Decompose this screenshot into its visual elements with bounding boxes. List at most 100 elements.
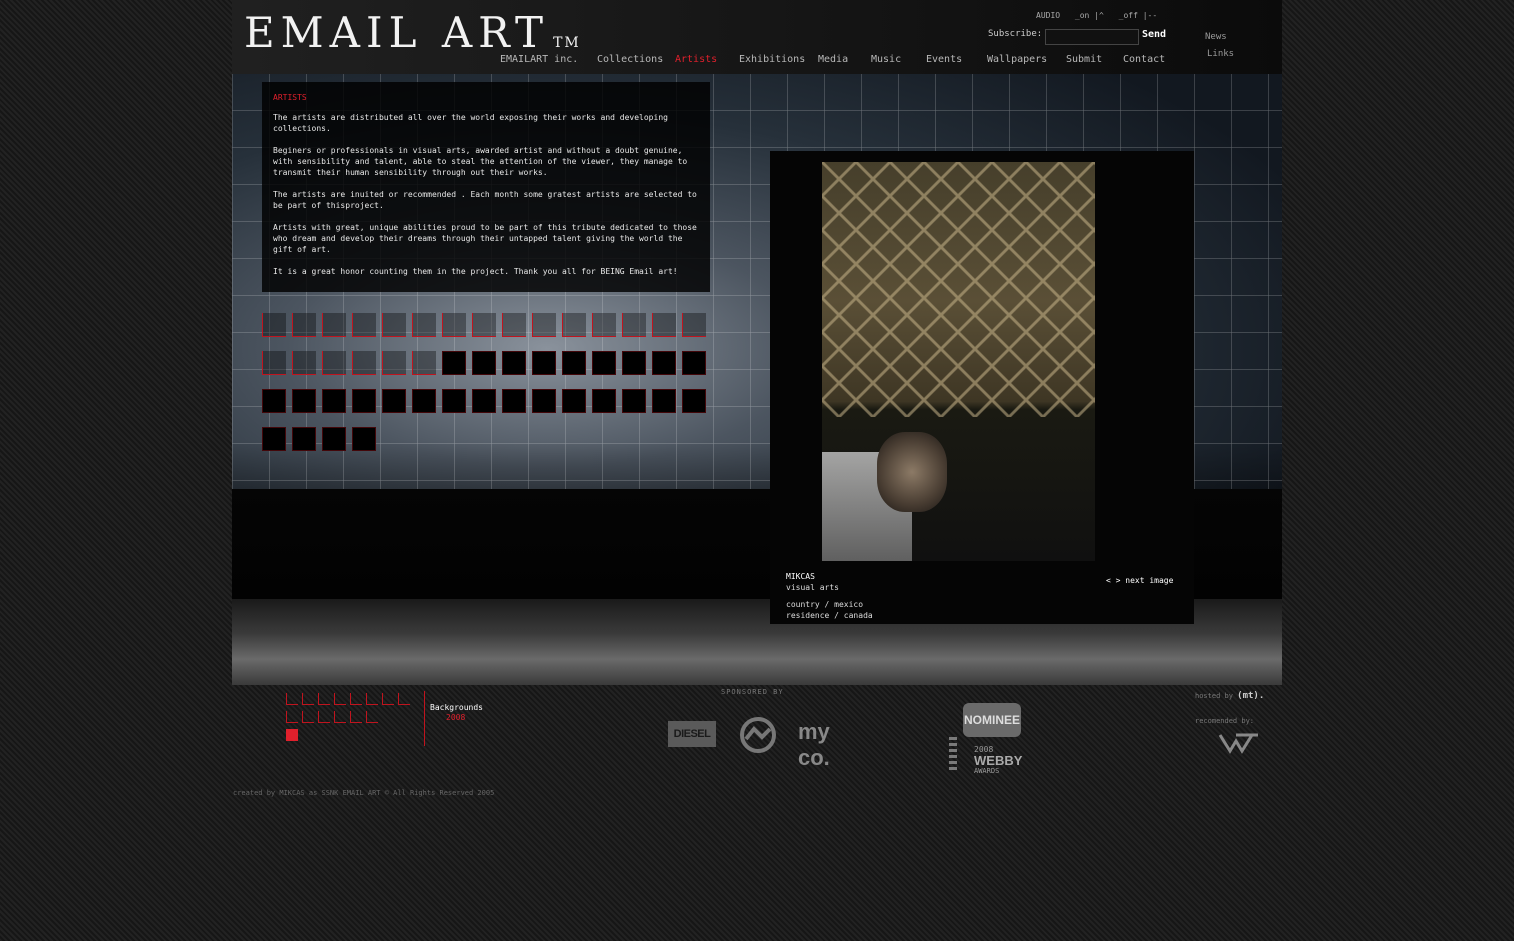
audio-controls: AUDIO _on |^ _off |-- bbox=[1036, 11, 1167, 20]
sponsor-emblem-logo[interactable] bbox=[740, 717, 776, 757]
audio-on-button[interactable]: _on |^ bbox=[1075, 11, 1104, 20]
background-option[interactable] bbox=[302, 711, 314, 723]
artist-thumbnail[interactable] bbox=[382, 313, 406, 337]
artist-thumbnail[interactable] bbox=[592, 389, 616, 413]
background-option[interactable] bbox=[350, 693, 362, 705]
artist-thumbnail[interactable] bbox=[322, 389, 346, 413]
artist-thumbnail[interactable] bbox=[292, 351, 316, 375]
artist-thumbnail[interactable] bbox=[292, 389, 316, 413]
artist-thumbnail[interactable] bbox=[322, 351, 346, 375]
artist-thumbnail[interactable] bbox=[412, 313, 436, 337]
nav-item-contact[interactable]: Contact bbox=[1123, 54, 1165, 65]
artist-thumbnail[interactable] bbox=[382, 351, 406, 375]
sponsored-label: SPONSORED BY bbox=[721, 688, 784, 696]
photo-face bbox=[877, 432, 947, 512]
artist-thumbnail[interactable] bbox=[652, 313, 676, 337]
artist-thumbnail[interactable] bbox=[442, 389, 466, 413]
artist-thumbnail[interactable] bbox=[352, 389, 376, 413]
nav-item-emailart-inc[interactable]: EMAILART inc. bbox=[500, 54, 578, 65]
background-option[interactable] bbox=[398, 693, 410, 705]
next-image-button[interactable]: < > next image bbox=[1106, 576, 1173, 585]
hosted-label: hosted by bbox=[1195, 692, 1233, 700]
artist-thumbnail[interactable] bbox=[262, 427, 286, 451]
artist-thumbnail[interactable] bbox=[262, 313, 286, 337]
artist-thumbnail[interactable] bbox=[622, 313, 646, 337]
intro-paragraph: Artists with great, unique abilities pro… bbox=[273, 223, 697, 254]
background-option[interactable] bbox=[318, 693, 330, 705]
artist-thumbnail[interactable] bbox=[352, 427, 376, 451]
background-option[interactable] bbox=[318, 711, 330, 723]
background-option[interactable] bbox=[382, 693, 394, 705]
myco-logo[interactable]: my co. bbox=[798, 719, 848, 771]
artist-thumbnail[interactable] bbox=[532, 313, 556, 337]
artist-thumbnail[interactable] bbox=[562, 313, 586, 337]
nav-item-exhibitions[interactable]: Exhibitions bbox=[739, 54, 805, 65]
background-option[interactable] bbox=[286, 693, 298, 705]
nav-item-submit[interactable]: Submit bbox=[1066, 54, 1102, 65]
artist-thumbnail[interactable] bbox=[382, 389, 406, 413]
nav-item-music[interactable]: Music bbox=[871, 54, 901, 65]
artist-thumbnail[interactable] bbox=[412, 351, 436, 375]
artist-thumbnail[interactable] bbox=[442, 313, 466, 337]
artist-thumbnail[interactable] bbox=[562, 389, 586, 413]
background-option-selected[interactable] bbox=[286, 729, 298, 741]
subscribe-input[interactable] bbox=[1045, 29, 1139, 45]
diesel-logo[interactable]: DIESEL bbox=[668, 721, 716, 747]
artist-thumbnail[interactable] bbox=[502, 389, 526, 413]
artist-thumbnail[interactable] bbox=[412, 389, 436, 413]
recommended-logo[interactable] bbox=[1218, 731, 1262, 755]
background-option[interactable] bbox=[366, 711, 378, 723]
logo-tm: TM bbox=[553, 35, 581, 51]
background-option[interactable] bbox=[302, 693, 314, 705]
links-link[interactable]: Links bbox=[1205, 46, 1234, 63]
background-option[interactable] bbox=[286, 711, 298, 723]
nav-item-events[interactable]: Events bbox=[926, 54, 962, 65]
artist-thumbnail[interactable] bbox=[592, 351, 616, 375]
background-option[interactable] bbox=[334, 711, 346, 723]
audio-off-button[interactable]: _off |-- bbox=[1119, 11, 1158, 20]
recommended-label: recomended by: bbox=[1195, 717, 1255, 725]
artist-thumbnail[interactable] bbox=[592, 313, 616, 337]
nav-item-media[interactable]: Media bbox=[818, 54, 848, 65]
webby-nominee-badge[interactable]: NOMINEE 2008 WEBBY AWARDS bbox=[949, 703, 1024, 775]
news-link[interactable]: News bbox=[1205, 29, 1234, 46]
background-option[interactable] bbox=[350, 711, 362, 723]
background-option[interactable] bbox=[366, 693, 378, 705]
nav-item-wallpapers[interactable]: Wallpapers bbox=[987, 54, 1047, 65]
artist-thumbnail[interactable] bbox=[532, 351, 556, 375]
logo-text: EMAIL ART bbox=[244, 8, 550, 57]
artist-thumbnail[interactable] bbox=[652, 389, 676, 413]
artist-caption: MIKCAS visual arts country / mexico resi… bbox=[786, 571, 873, 621]
background-option[interactable] bbox=[334, 693, 346, 705]
artist-thumbnail[interactable] bbox=[682, 389, 706, 413]
artist-thumbnail[interactable] bbox=[652, 351, 676, 375]
artist-thumbnail[interactable] bbox=[262, 389, 286, 413]
mt-host-link[interactable]: (mt). bbox=[1237, 691, 1264, 701]
webby-awards: AWARDS bbox=[974, 767, 1000, 775]
artist-thumbnail[interactable] bbox=[472, 389, 496, 413]
artist-thumbnail[interactable] bbox=[322, 313, 346, 337]
artist-thumbnail[interactable] bbox=[472, 351, 496, 375]
nav-item-artists[interactable]: Artists bbox=[675, 54, 717, 65]
artist-thumbnail[interactable] bbox=[562, 351, 586, 375]
site-logo[interactable]: EMAIL ART TM bbox=[244, 8, 581, 57]
artist-thumbnail[interactable] bbox=[352, 351, 376, 375]
artist-thumbnail[interactable] bbox=[322, 427, 346, 451]
artist-thumbnail[interactable] bbox=[262, 351, 286, 375]
nav-item-collections[interactable]: Collections bbox=[597, 54, 663, 65]
artist-thumbnail[interactable] bbox=[442, 351, 466, 375]
artist-name: MIKCAS bbox=[786, 572, 815, 581]
artist-thumbnail[interactable] bbox=[682, 313, 706, 337]
artist-thumbnail[interactable] bbox=[292, 313, 316, 337]
artist-thumbnail[interactable] bbox=[472, 313, 496, 337]
artist-thumbnail[interactable] bbox=[502, 351, 526, 375]
artist-thumbnail[interactable] bbox=[352, 313, 376, 337]
artist-thumbnail[interactable] bbox=[622, 351, 646, 375]
artist-thumbnail[interactable] bbox=[292, 427, 316, 451]
send-button[interactable]: Send bbox=[1142, 29, 1166, 40]
artist-thumbnail[interactable] bbox=[622, 389, 646, 413]
artist-thumbnail[interactable] bbox=[682, 351, 706, 375]
artist-thumbnail[interactable] bbox=[502, 313, 526, 337]
artist-thumbnail[interactable] bbox=[532, 389, 556, 413]
header: EMAIL ART TM AUDIO _on |^ _off |-- Subscr… bbox=[232, 0, 1282, 74]
